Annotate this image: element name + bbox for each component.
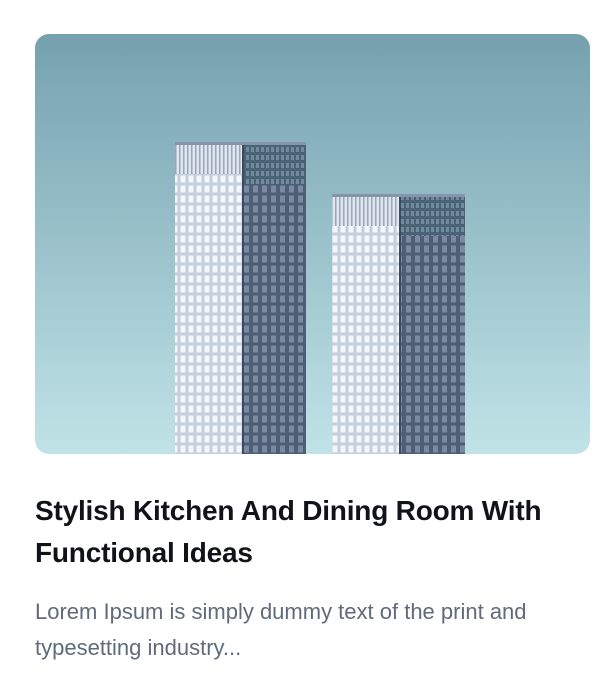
card-title[interactable]: Stylish Kitchen And Dining Room With Fun…: [35, 490, 590, 574]
right-tower: [332, 194, 465, 454]
skyscrapers-illustration: [35, 34, 590, 454]
card-excerpt: Lorem Ipsum is simply dummy text of the …: [35, 599, 527, 660]
blog-card[interactable]: Stylish Kitchen And Dining Room With Fun…: [35, 34, 590, 666]
left-tower: [175, 142, 306, 454]
card-image[interactable]: [35, 34, 590, 454]
